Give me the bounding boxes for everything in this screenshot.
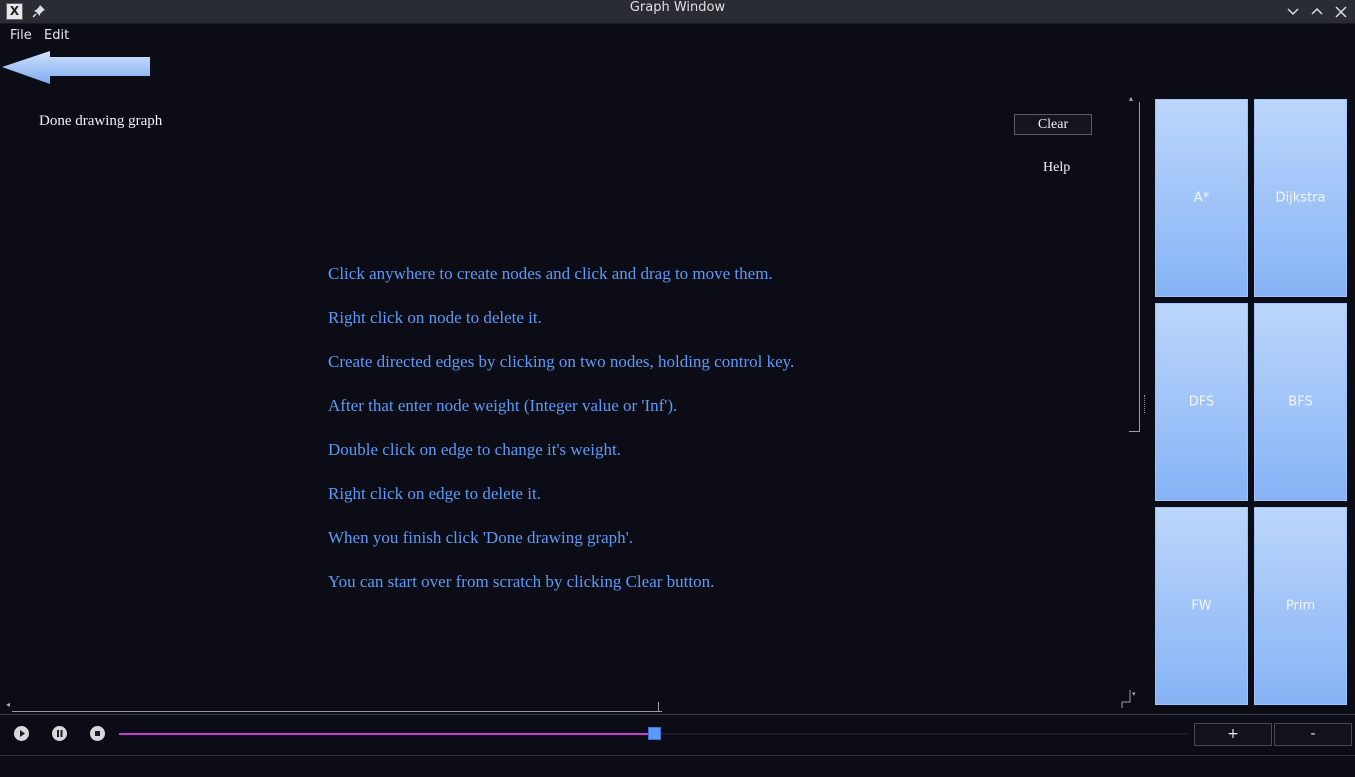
back-arrow-button[interactable] <box>2 50 152 88</box>
svg-text:▾: ▾ <box>1132 690 1136 698</box>
algo-label: DFS <box>1188 394 1215 410</box>
stop-icon <box>95 731 100 736</box>
clear-button[interactable]: Clear <box>1014 114 1092 135</box>
algo-button-a-star[interactable]: A* <box>1155 99 1248 297</box>
algo-label: Dijkstra <box>1275 190 1326 206</box>
menu-bar: File Edit <box>0 25 1355 47</box>
vertical-scrollbar[interactable]: ▴ <box>1127 94 1141 434</box>
arrow-left-icon <box>2 51 150 84</box>
instruction-line: When you finish click 'Done drawing grap… <box>328 528 633 547</box>
graph-canvas[interactable] <box>0 92 1125 698</box>
stop-button[interactable] <box>90 726 105 741</box>
scroll-track-end <box>658 702 659 712</box>
chevron-up-icon <box>1311 7 1323 15</box>
chevron-down-icon <box>1287 8 1299 16</box>
playback-slider[interactable] <box>119 727 1189 740</box>
instruction-line: After that enter node weight (Integer va… <box>328 396 678 415</box>
scroll-track <box>1139 102 1140 432</box>
close-icon <box>1335 6 1347 18</box>
scroll-track <box>12 711 662 712</box>
algo-label: FW <box>1191 598 1212 614</box>
resize-corner-icon[interactable]: ▾ <box>1118 688 1140 710</box>
pause-icon <box>57 730 63 737</box>
play-button[interactable] <box>14 726 29 741</box>
instruction-line: Create directed edges by clicking on two… <box>328 352 795 371</box>
slider-fill <box>119 733 654 735</box>
scroll-up-icon[interactable]: ▴ <box>1129 94 1133 103</box>
horizontal-scrollbar[interactable]: ◂ <box>6 700 662 714</box>
menu-edit[interactable]: Edit <box>44 28 69 43</box>
instruction-line: Right click on node to delete it. <box>328 308 542 327</box>
close-button[interactable] <box>1331 2 1351 22</box>
instruction-line: Click anywhere to create nodes and click… <box>328 264 773 283</box>
menu-file[interactable]: File <box>10 28 32 43</box>
instruction-line: Right click on edge to delete it. <box>328 484 541 503</box>
splitter-handle[interactable] <box>1144 395 1147 413</box>
pause-button[interactable] <box>52 726 67 741</box>
algo-button-prim[interactable]: Prim <box>1254 507 1347 705</box>
status-divider <box>0 755 1355 756</box>
algo-label: Prim <box>1285 598 1316 614</box>
scroll-track-end <box>1129 431 1140 432</box>
zoom-in-button[interactable]: + <box>1194 723 1272 746</box>
minimize-button[interactable] <box>1283 2 1303 22</box>
window-title: Graph Window <box>629 0 726 15</box>
algo-label: A* <box>1193 190 1210 206</box>
title-bar: X Graph Window <box>0 0 1355 24</box>
help-button[interactable]: Help <box>1043 160 1070 176</box>
slider-handle[interactable] <box>648 727 661 740</box>
algo-button-fw[interactable]: FW <box>1155 507 1248 705</box>
scroll-left-icon[interactable]: ◂ <box>6 700 10 709</box>
zoom-out-button[interactable]: - <box>1274 723 1352 746</box>
maximize-button[interactable] <box>1307 2 1327 22</box>
algo-label: BFS <box>1288 394 1313 410</box>
algo-button-dfs[interactable]: DFS <box>1155 303 1248 501</box>
play-icon <box>20 730 25 737</box>
algo-button-dijkstra[interactable]: Dijkstra <box>1254 99 1347 297</box>
algo-button-bfs[interactable]: BFS <box>1254 303 1347 501</box>
instruction-line: You can start over from scratch by click… <box>328 572 715 591</box>
divider <box>0 714 1355 715</box>
instruction-line: Double click on edge to change it's weig… <box>328 440 621 459</box>
done-drawing-button[interactable]: Done drawing graph <box>39 113 162 130</box>
